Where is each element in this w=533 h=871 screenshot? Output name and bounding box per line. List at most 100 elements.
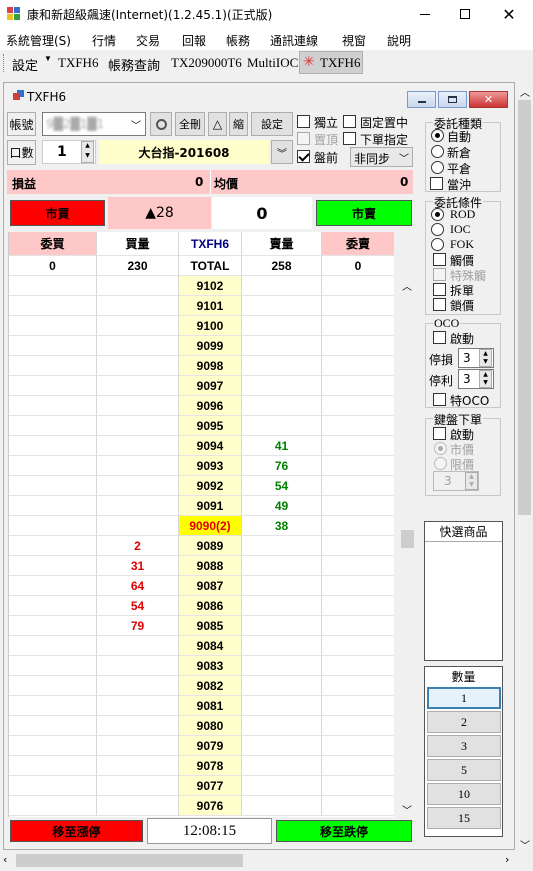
take-profit-stepper[interactable]: ▲ ▼ [479, 370, 492, 388]
ask-qty-cell[interactable]: 76 [242, 456, 322, 476]
scroll-down-icon[interactable]: ﹀ [520, 837, 530, 852]
contract-dropdown-button[interactable]: ︾ [271, 140, 293, 164]
pre-market-checkbox[interactable] [297, 150, 310, 163]
bid-qty-cell[interactable] [97, 736, 179, 756]
bid-qty-cell[interactable] [97, 296, 179, 316]
ask-order-cell[interactable] [322, 576, 394, 596]
price-cell[interactable]: 9100 [179, 316, 242, 336]
day-trade-checkbox[interactable] [430, 177, 443, 190]
child-close-icon[interactable]: ✕ [469, 91, 508, 108]
bid-order-cell[interactable] [9, 656, 97, 676]
ask-order-cell[interactable] [322, 316, 394, 336]
bid-qty-cell[interactable] [97, 276, 179, 296]
ask-order-cell[interactable] [322, 536, 394, 556]
oco-enable-checkbox[interactable] [433, 331, 446, 344]
ask-order-cell[interactable] [322, 356, 394, 376]
bid-qty-cell[interactable]: 31 [97, 556, 179, 576]
scroll-right-icon[interactable]: › [505, 853, 509, 866]
menu-trade[interactable]: 交易 [136, 32, 160, 49]
bid-order-cell[interactable] [9, 796, 97, 816]
bid-order-cell[interactable] [9, 556, 97, 576]
window-vscroll[interactable]: ︿ ﹀ [516, 82, 533, 852]
bid-order-cell[interactable] [9, 296, 97, 316]
ask-order-cell[interactable] [322, 416, 394, 436]
toolbar-tab-active[interactable]: ✳ TXFH6 [299, 51, 363, 74]
bid-qty-cell[interactable]: 79 [97, 616, 179, 636]
bid-qty-cell[interactable]: 64 [97, 576, 179, 596]
scroll-up-icon[interactable]: ︿ [402, 278, 412, 293]
bid-qty-cell[interactable] [97, 676, 179, 696]
ask-qty-cell[interactable] [242, 656, 322, 676]
bid-qty-cell[interactable] [97, 336, 179, 356]
qty-stepper[interactable]: ▲ ▼ [81, 141, 94, 163]
scroll-left-icon[interactable]: ‹ [3, 853, 7, 866]
qty-option-3[interactable]: 3 [427, 735, 501, 757]
ask-qty-cell[interactable]: 49 [242, 496, 322, 516]
window-hscroll-thumb[interactable] [16, 854, 243, 867]
limit-up-button[interactable]: 移至漲停 [10, 820, 143, 842]
bid-qty-cell[interactable] [97, 316, 179, 336]
bid-qty-cell[interactable]: 54 [97, 596, 179, 616]
ask-order-cell[interactable] [322, 716, 394, 736]
maximize-icon[interactable] [445, 0, 485, 28]
independent-checkbox[interactable] [297, 115, 310, 128]
bid-order-cell[interactable] [9, 776, 97, 796]
price-cell[interactable]: 9083 [179, 656, 242, 676]
order-specify-checkbox[interactable] [343, 132, 356, 145]
keyboard-enable-checkbox[interactable] [433, 427, 446, 440]
stop-loss-stepper[interactable]: ▲ ▼ [479, 349, 492, 367]
price-cell[interactable]: 9089 [179, 536, 242, 556]
split-checkbox[interactable] [433, 283, 446, 296]
ask-order-cell[interactable] [322, 796, 394, 816]
price-cell[interactable]: 9084 [179, 636, 242, 656]
bid-qty-cell[interactable] [97, 476, 179, 496]
window-vscroll-thumb[interactable] [518, 100, 531, 515]
bid-order-cell[interactable] [9, 476, 97, 496]
toolbar-tab-tx209000t6[interactable]: TX209000T6 [171, 55, 242, 71]
ioc-radio[interactable] [431, 223, 444, 236]
menu-system[interactable]: 系統管理(S) [6, 32, 71, 49]
ask-order-cell[interactable] [322, 496, 394, 516]
price-cell[interactable]: 9077 [179, 776, 242, 796]
toolbar-tab-multiioc[interactable]: MultiIOC [247, 55, 298, 71]
ask-order-cell[interactable] [322, 396, 394, 416]
bid-qty-cell[interactable] [97, 756, 179, 776]
keyboard-limit-radio[interactable] [434, 457, 447, 470]
price-cell[interactable]: 9081 [179, 696, 242, 716]
qty-option-5[interactable]: 5 [427, 759, 501, 781]
trigger-checkbox[interactable] [433, 253, 446, 266]
ask-order-cell[interactable] [322, 776, 394, 796]
bid-order-cell[interactable] [9, 756, 97, 776]
ask-qty-cell[interactable] [242, 576, 322, 596]
ask-order-cell[interactable] [322, 296, 394, 316]
ladder-scrollbar[interactable]: ︿ ﹀ [399, 278, 415, 818]
price-cell[interactable]: 9101 [179, 296, 242, 316]
ask-qty-cell[interactable] [242, 396, 322, 416]
bid-order-cell[interactable] [9, 596, 97, 616]
ask-qty-cell[interactable] [242, 756, 322, 776]
bid-order-cell[interactable] [9, 316, 97, 336]
bid-qty-cell[interactable] [97, 656, 179, 676]
bid-qty-cell[interactable] [97, 516, 179, 536]
menu-help[interactable]: 說明 [387, 32, 411, 49]
bid-order-cell[interactable] [9, 376, 97, 396]
qty-option-10[interactable]: 10 [427, 783, 501, 805]
bid-qty-cell[interactable] [97, 356, 179, 376]
price-cell[interactable]: 9078 [179, 756, 242, 776]
ask-qty-cell[interactable] [242, 556, 322, 576]
ask-order-cell[interactable] [322, 736, 394, 756]
ask-qty-cell[interactable] [242, 776, 322, 796]
ask-qty-cell[interactable] [242, 616, 322, 636]
toolbar-settings[interactable]: 設定 [12, 55, 38, 74]
ask-order-cell[interactable] [322, 436, 394, 456]
order-type-auto-radio[interactable] [431, 129, 444, 142]
keyboard-market-radio[interactable] [434, 442, 447, 455]
bid-order-cell[interactable] [9, 356, 97, 376]
ask-order-cell[interactable] [322, 456, 394, 476]
account-select[interactable]: 9█2█1█1 ﹀ [42, 112, 146, 136]
close-icon[interactable]: ✕ [485, 0, 533, 28]
order-type-close-radio[interactable] [431, 161, 444, 174]
ask-qty-cell[interactable]: 38 [242, 516, 322, 536]
ask-qty-cell[interactable] [242, 596, 322, 616]
ladder-scroll-thumb[interactable] [401, 530, 414, 548]
